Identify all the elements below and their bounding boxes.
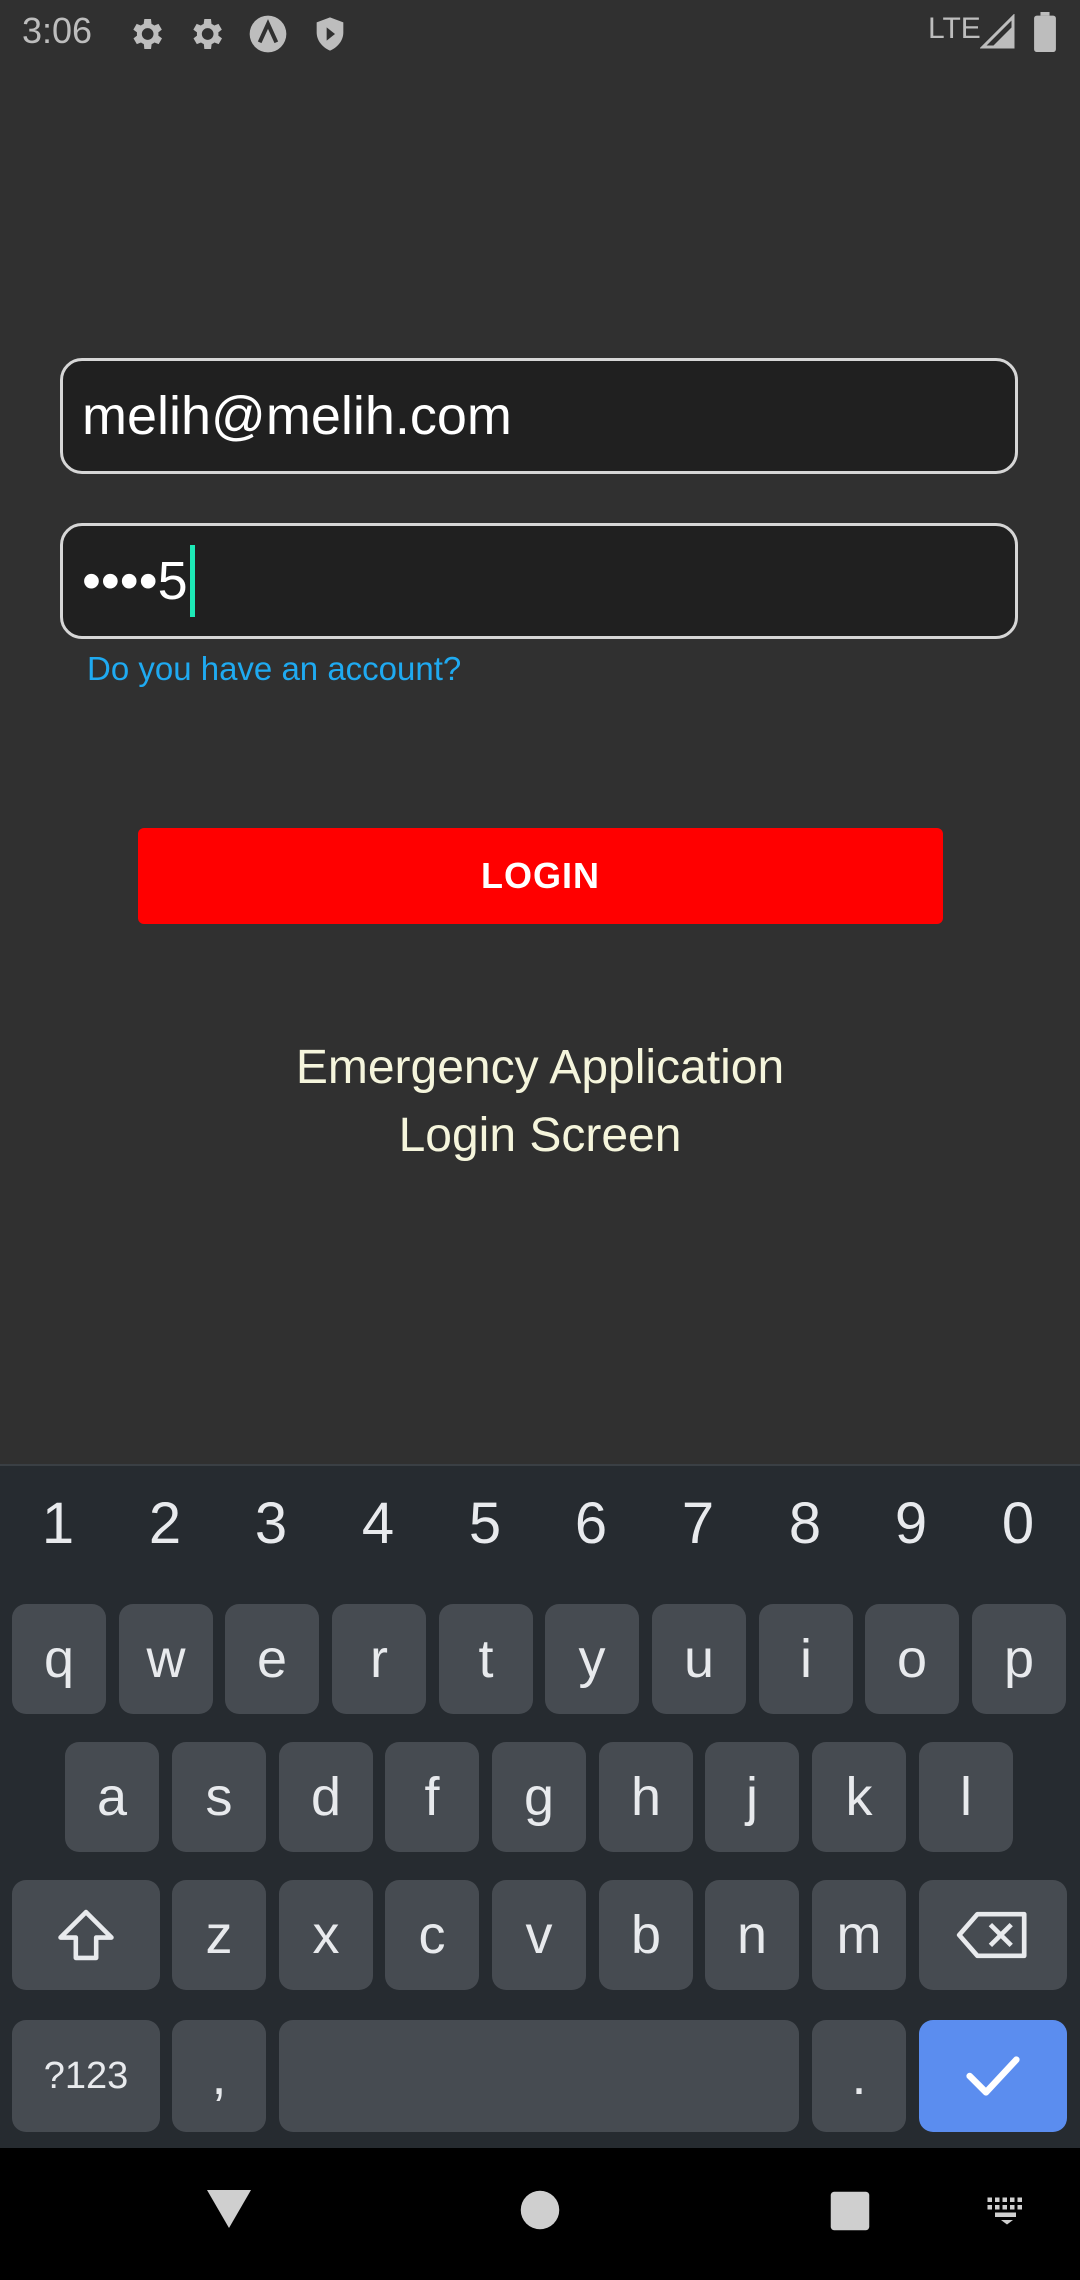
backspace-icon (956, 1911, 1027, 1959)
symbols-key[interactable]: ?123 (12, 2020, 160, 2132)
app-title-line1: Emergency Application (295, 1041, 785, 1094)
status-bar: 3:06 LTE (0, 0, 1080, 66)
key-4[interactable]: 4 (338, 1490, 418, 1557)
key-r[interactable]: r (332, 1604, 426, 1714)
key-w[interactable]: w (119, 1604, 213, 1714)
gear-icon (193, 19, 222, 49)
key-1[interactable]: 1 (18, 1490, 98, 1557)
key-z[interactable]: z (172, 1880, 266, 1990)
key-d[interactable]: d (279, 1742, 373, 1852)
key-c[interactable]: c (385, 1880, 479, 1990)
recents-icon[interactable] (829, 2190, 871, 2232)
key-x[interactable]: x (279, 1880, 373, 1990)
key-9[interactable]: 9 (871, 1490, 951, 1557)
key-5[interactable]: 5 (445, 1490, 525, 1557)
key-p[interactable]: p (972, 1604, 1066, 1714)
gear-icon (133, 19, 162, 49)
network-type: LTE (928, 12, 981, 45)
key-6[interactable]: 6 (551, 1490, 631, 1557)
account-link[interactable]: Do you have an account? (87, 650, 461, 688)
login-button[interactable]: LOGIN (138, 828, 943, 924)
battery-icon (1034, 12, 1056, 52)
key-k[interactable]: k (812, 1742, 906, 1852)
password-value: ••••5 (82, 551, 188, 611)
shield-icon (316, 17, 344, 51)
key-u[interactable]: u (652, 1604, 746, 1714)
key-7[interactable]: 7 (658, 1490, 738, 1557)
status-time: 3:06 (22, 10, 93, 51)
space-key[interactable] (279, 2020, 799, 2132)
key-3[interactable]: 3 (231, 1490, 311, 1557)
check-icon (966, 2056, 1020, 2096)
app-title-line2: Login Screen (398, 1109, 682, 1162)
text-cursor (189, 545, 195, 617)
key-0[interactable]: 0 (978, 1490, 1058, 1557)
comma-key[interactable]: , (172, 2020, 266, 2132)
key-o[interactable]: o (865, 1604, 959, 1714)
shift-icon (58, 1909, 114, 1961)
key-l[interactable]: l (919, 1742, 1013, 1852)
key-q[interactable]: q (12, 1604, 106, 1714)
key-t[interactable]: t (439, 1604, 533, 1714)
back-icon[interactable] (205, 2188, 253, 2230)
backspace-key[interactable] (919, 1880, 1067, 1990)
key-e[interactable]: e (225, 1604, 319, 1714)
navigation-bar (0, 2148, 1080, 2280)
signal-icon (980, 14, 1015, 49)
key-m[interactable]: m (812, 1880, 906, 1990)
key-h[interactable]: h (599, 1742, 693, 1852)
keyboard-switch-icon[interactable] (986, 2196, 1028, 2226)
password-field[interactable]: ••••5 (60, 523, 1018, 639)
key-a[interactable]: a (65, 1742, 159, 1852)
key-b[interactable]: b (599, 1880, 693, 1990)
key-i[interactable]: i (759, 1604, 853, 1714)
key-f[interactable]: f (385, 1742, 479, 1852)
enter-key[interactable] (919, 2020, 1067, 2132)
key-8[interactable]: 8 (765, 1490, 845, 1557)
key-v[interactable]: v (492, 1880, 586, 1990)
key-g[interactable]: g (492, 1742, 586, 1852)
app-a-icon (249, 15, 287, 53)
key-y[interactable]: y (545, 1604, 639, 1714)
soft-keyboard: 1 2 3 4 5 6 7 8 9 0 q w e r t y u i o p … (0, 1464, 1080, 2150)
key-2[interactable]: 2 (125, 1490, 205, 1557)
email-field[interactable]: melih@melih.com (60, 358, 1018, 474)
email-value: melih@melih.com (82, 386, 512, 446)
key-n[interactable]: n (705, 1880, 799, 1990)
period-key[interactable]: . (812, 2020, 906, 2132)
shift-key[interactable] (12, 1880, 160, 1990)
key-s[interactable]: s (172, 1742, 266, 1852)
key-j[interactable]: j (705, 1742, 799, 1852)
home-icon[interactable] (519, 2189, 561, 2231)
